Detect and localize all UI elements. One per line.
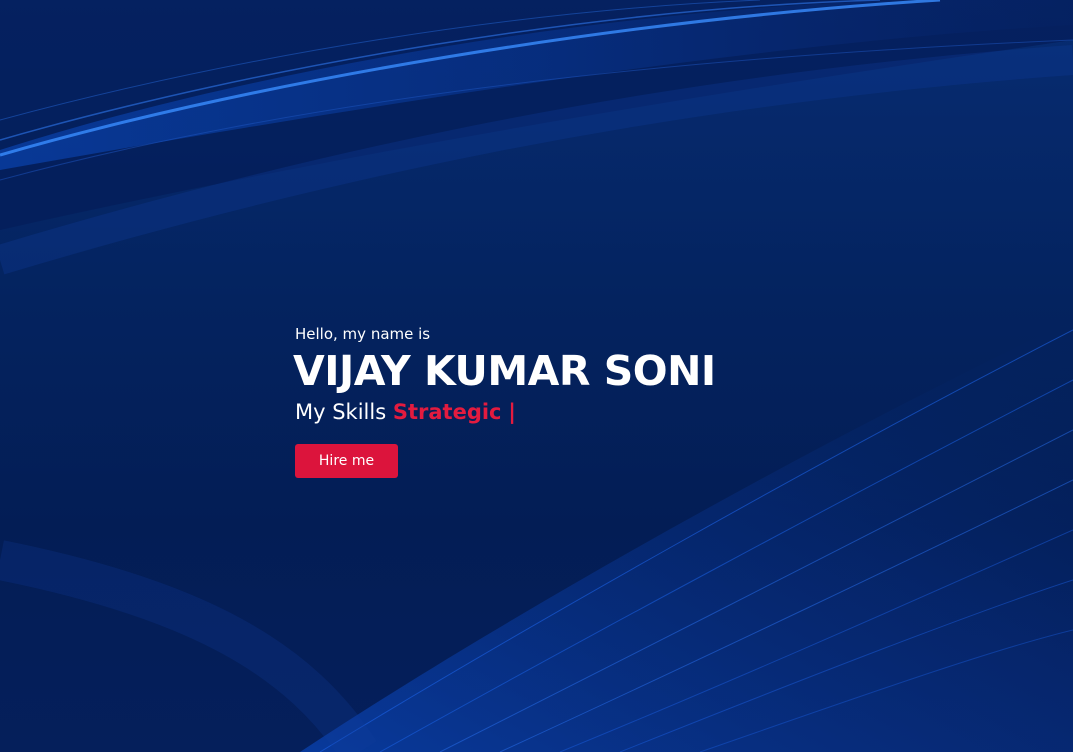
skill-word: Strategic [392,400,502,424]
typing-cursor: | [508,400,516,424]
greeting-text: Hello, my name is [295,325,431,343]
hero-section: Hello, my name is VIJAY KUMAR SONI My Sk… [293,324,716,478]
hire-me-button[interactable]: Hire me [295,444,398,478]
skills-prefix: My Skills [295,400,387,424]
page-title-name: VIJAY KUMAR SONI [293,347,716,395]
skills-line: My Skills Strategic | [295,397,716,427]
